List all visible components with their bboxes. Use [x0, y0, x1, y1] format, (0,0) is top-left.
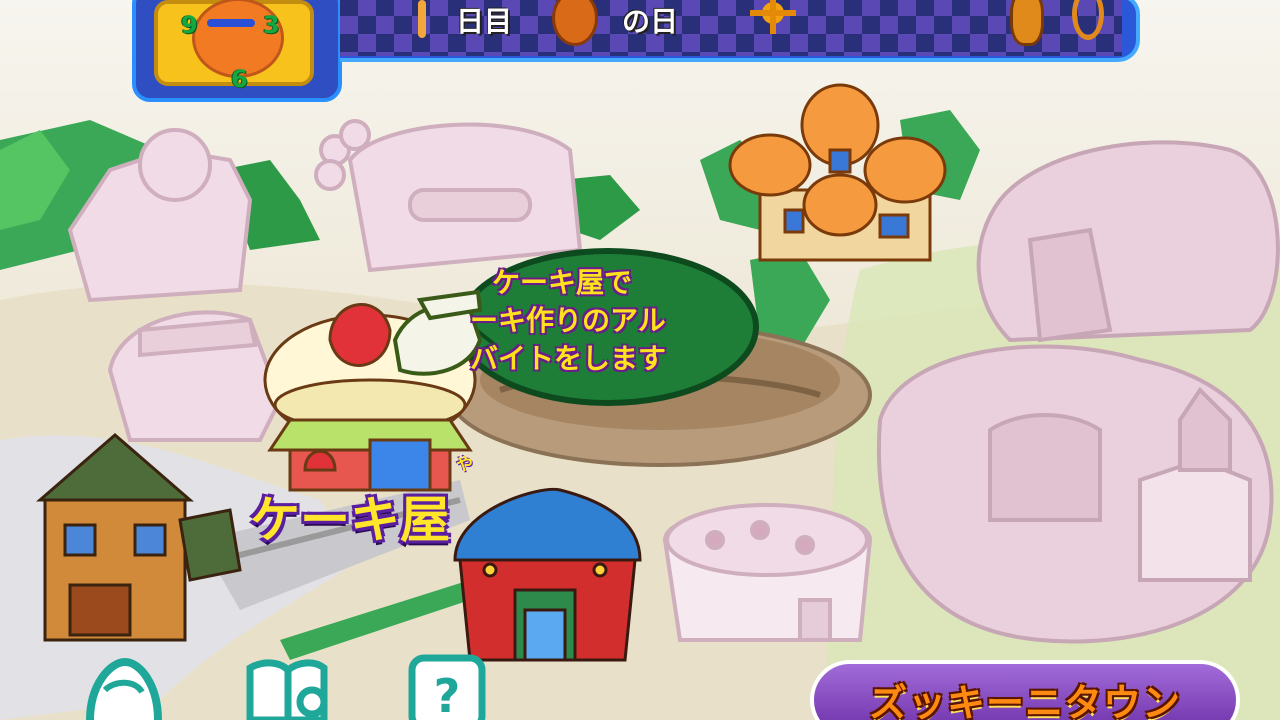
locked-building-music — [314, 119, 583, 273]
day-number-icon — [418, 0, 426, 38]
circus-building — [453, 487, 642, 662]
locked-area-farm — [876, 344, 1274, 644]
town-name-plate: ズッキーニタウン — [810, 660, 1240, 720]
character-icon — [86, 657, 162, 720]
town-name: ズッキーニタウン — [868, 681, 1181, 720]
date-bar: 日目 の日 — [340, 0, 1140, 62]
clock-hand-icon — [207, 19, 255, 27]
clock-number-left: 9 — [181, 11, 198, 39]
ring-icon — [1072, 0, 1104, 40]
game-screen: 9 3 6 日目 の日 ケーキ屋で ーキ作りのアル バイトをします や ケーキ屋… — [0, 0, 1280, 720]
location-name-ruby: や — [456, 455, 473, 475]
locked-building-cafe — [107, 310, 283, 442]
svg-text:?: ? — [434, 669, 461, 720]
encyclopedia-button[interactable] — [244, 650, 330, 720]
weather-sun-icon — [742, 0, 802, 40]
character-menu-button[interactable] — [80, 650, 166, 720]
clock-frame: 9 3 6 — [154, 0, 314, 93]
season-seed-icon — [552, 0, 598, 46]
location-description: ケーキ屋で ーキ作りのアル バイトをします — [470, 264, 760, 378]
book-search-icon — [246, 659, 328, 720]
help-button[interactable]: ? — [404, 650, 490, 720]
date-bar-pattern: 日目 の日 — [340, 0, 1122, 56]
clock-number-bottom: 6 — [231, 65, 248, 93]
locked-area-forest — [976, 140, 1280, 343]
day-count-suffix: 日目 — [456, 5, 513, 38]
clock-face-icon: 9 3 6 — [181, 0, 284, 93]
description-line: バイトをします — [470, 342, 667, 375]
clock-panel: 9 3 6 — [132, 0, 342, 102]
dome-house-building — [728, 83, 947, 262]
location-name-label[interactable]: ケーキ屋 — [250, 480, 450, 552]
seed-icon — [1010, 0, 1044, 46]
description-line: ケーキ屋で — [492, 266, 633, 299]
location-description-callout: ケーキ屋で ーキ作りのアル バイトをします — [462, 254, 752, 404]
description-line: ーキ作りのアル — [470, 304, 666, 337]
locked-building-stadium — [662, 503, 873, 642]
clock-number-right: 3 — [263, 11, 280, 39]
day-of-week-suffix: の日 — [622, 5, 679, 38]
help-icon: ? — [408, 654, 486, 720]
